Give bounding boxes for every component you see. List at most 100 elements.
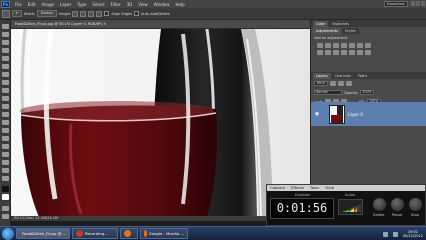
opacity-field[interactable]: 100%	[360, 90, 375, 95]
quick-selection-tool-icon[interactable]	[2, 48, 9, 53]
delete-label: Delete	[373, 213, 385, 217]
menu-image[interactable]: Image	[38, 2, 57, 7]
history-brush-tool-icon[interactable]	[2, 96, 9, 101]
pause-button[interactable]	[391, 198, 404, 211]
quick-mask-icon[interactable]	[2, 206, 9, 211]
tab-layers[interactable]: Layers	[313, 73, 331, 79]
path-alignment-icon[interactable]	[80, 10, 87, 17]
curves-icon[interactable]	[333, 43, 339, 48]
eye-icon[interactable]: ◉	[313, 111, 321, 117]
delete-button[interactable]	[373, 198, 386, 211]
menu-file[interactable]: File	[12, 2, 25, 7]
shape-tool-icon[interactable]	[2, 160, 9, 165]
blend-mode-select[interactable]: Normal	[314, 90, 342, 95]
recorder-menu-tools[interactable]: Tools	[310, 185, 319, 191]
channel-mixer-icon[interactable]	[333, 50, 339, 55]
gear-icon[interactable]	[96, 10, 103, 17]
gradient-map-icon[interactable]	[365, 50, 371, 55]
lasso-tool-icon[interactable]	[2, 40, 9, 45]
radius-field[interactable]: Radius	[37, 10, 57, 17]
background-color-swatch[interactable]	[2, 194, 9, 200]
taskbar-item-browser[interactable]: Google - Mozilla ...	[140, 228, 188, 239]
auto-add-delete-checkbox[interactable]	[133, 11, 139, 16]
dodge-tool-icon[interactable]	[2, 128, 9, 133]
foreground-color-swatch[interactable]	[2, 186, 9, 192]
menu-help[interactable]: Help	[172, 2, 187, 7]
levels-icon[interactable]	[325, 43, 331, 48]
width-label: Width:	[23, 11, 36, 16]
document-tab[interactable]: Food&Drink_Flyup.jpg @ 50.1% (Layer 0, R…	[11, 20, 310, 29]
pen-tool-icon[interactable]	[2, 136, 9, 141]
volume-icon[interactable]	[392, 231, 398, 237]
kind-filter-select[interactable]: Kind	[314, 81, 328, 86]
blend-row: Normal Opacity: 100%	[311, 88, 426, 97]
filter-type-icon[interactable]	[345, 81, 352, 86]
menu-edit[interactable]: Edit	[25, 2, 39, 7]
tab-paths[interactable]: Paths	[354, 73, 371, 79]
align-edges-checkbox[interactable]	[104, 11, 110, 16]
threshold-icon[interactable]	[357, 50, 363, 55]
eraser-tool-icon[interactable]	[2, 104, 9, 109]
path-operations-icon[interactable]	[72, 10, 79, 17]
recorder-menu-capture[interactable]: Capture	[270, 185, 285, 191]
black-white-icon[interactable]	[317, 50, 323, 55]
path-arrangement-icon[interactable]	[88, 10, 95, 17]
menu-layer[interactable]: Layer	[57, 2, 74, 7]
taskbar-item-photoshop[interactable]: Food&Drink_Flyup @ ...	[16, 228, 70, 239]
workspace-select[interactable]: Essentials	[384, 1, 408, 7]
menu-3d[interactable]: 3D	[124, 2, 136, 7]
menu-type[interactable]: Type	[74, 2, 89, 7]
menu-window[interactable]: Window	[151, 2, 173, 7]
posterize-icon[interactable]	[349, 50, 355, 55]
tab-styles[interactable]: Styles	[341, 28, 359, 34]
layer-row[interactable]: ◉ Layer 0	[311, 102, 426, 126]
network-icon[interactable]	[382, 231, 388, 237]
tab-color[interactable]: Color	[313, 21, 329, 27]
tab-swatches[interactable]: Swatches	[329, 21, 352, 27]
hand-tool-icon[interactable]	[2, 168, 9, 173]
align-edges-label: Align Edges	[111, 11, 132, 16]
type-tool-icon[interactable]	[2, 144, 9, 149]
gradient-tool-icon[interactable]	[2, 112, 9, 117]
vibrance-icon[interactable]	[349, 43, 355, 48]
tab-adjustments[interactable]: Adjustments	[313, 28, 341, 34]
photo-filter-icon[interactable]	[325, 50, 331, 55]
brightness-contrast-icon[interactable]	[317, 43, 323, 48]
invert-icon[interactable]	[341, 50, 347, 55]
layer-thumbnail	[329, 104, 345, 124]
recorder-menu-effects[interactable]: Effects	[291, 185, 304, 191]
minimize-icon[interactable]	[411, 1, 415, 6]
current-tool-icon[interactable]	[2, 9, 10, 18]
menu-filter[interactable]: Filter	[108, 2, 124, 7]
taskbar-item-firefox[interactable]	[120, 228, 138, 239]
eyedropper-tool-icon[interactable]	[2, 64, 9, 69]
move-tool-icon[interactable]	[2, 24, 9, 29]
exposure-icon[interactable]	[341, 43, 347, 48]
color-balance-icon[interactable]	[365, 43, 371, 48]
zoom-tool-icon[interactable]	[2, 176, 9, 181]
filter-pixel-icon[interactable]	[329, 81, 336, 86]
hue-saturation-icon[interactable]	[357, 43, 363, 48]
start-button[interactable]	[2, 227, 14, 240]
layer-name[interactable]: Layer 0	[348, 112, 363, 117]
healing-brush-tool-icon[interactable]	[2, 72, 9, 77]
close-icon[interactable]	[421, 1, 425, 6]
path-selection-tool-icon[interactable]	[2, 152, 9, 157]
brush-tool-icon[interactable]	[2, 80, 9, 85]
taskbar-item-recorder[interactable]: Recording...	[72, 228, 118, 239]
recording-timer: 0:01:56	[270, 198, 334, 219]
maximize-icon[interactable]	[416, 1, 420, 6]
recorder-menu-help[interactable]: Help	[325, 185, 334, 191]
blur-tool-icon[interactable]	[2, 120, 9, 125]
stop-button[interactable]	[409, 198, 422, 211]
shape-mode-select[interactable]: ▾	[12, 10, 22, 17]
screen-mode-icon[interactable]	[2, 214, 9, 219]
crop-tool-icon[interactable]	[2, 56, 9, 61]
menu-view[interactable]: View	[135, 2, 151, 7]
clone-stamp-tool-icon[interactable]	[2, 88, 9, 93]
menu-select[interactable]: Select	[89, 2, 107, 7]
tab-channels[interactable]: Channels	[331, 73, 354, 79]
filter-adjustment-icon[interactable]	[337, 81, 344, 86]
marquee-tool-icon[interactable]	[2, 32, 9, 37]
system-clock[interactable]: 19:01 05/12/2012	[403, 230, 423, 238]
